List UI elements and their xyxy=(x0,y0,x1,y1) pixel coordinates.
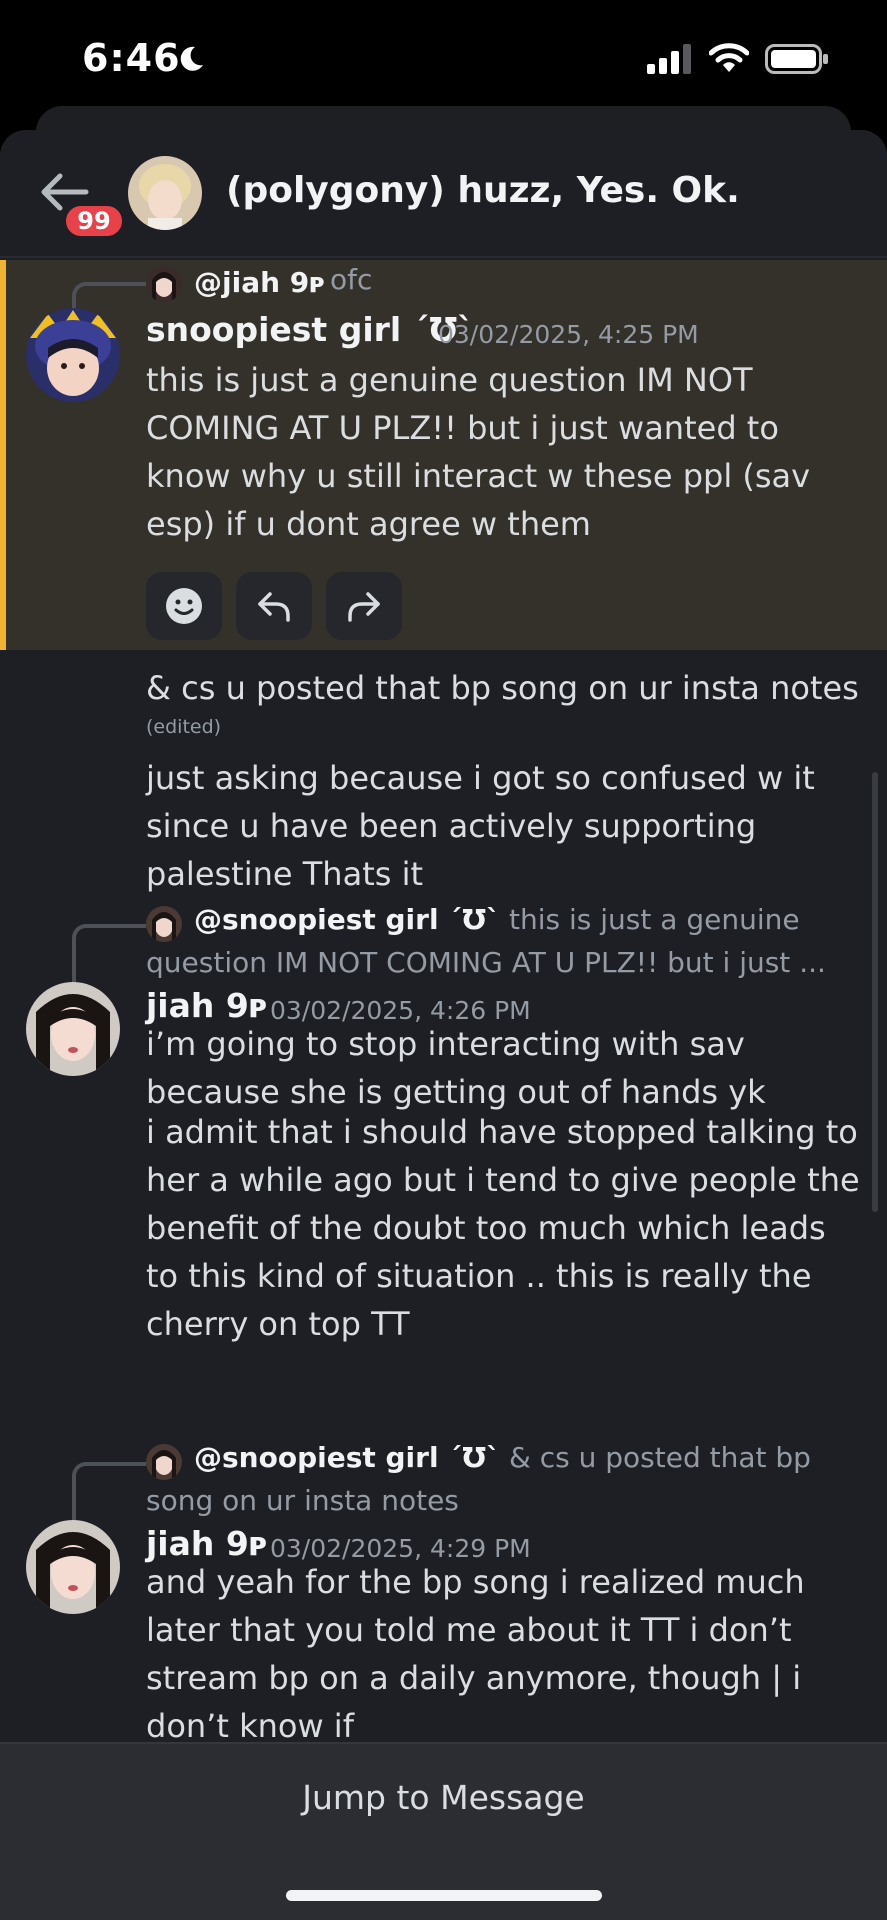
reply-preview[interactable]: ofc xyxy=(330,260,372,301)
message-content: this is just a genuine question IM NOT C… xyxy=(146,361,811,543)
channel-header: 99 (polygony) huzz, Yes. Ok. xyxy=(0,130,887,258)
smile-icon xyxy=(166,588,202,624)
reply-avatar[interactable] xyxy=(146,266,182,302)
edited-tag: (edited) xyxy=(146,716,222,738)
highlight-indicator xyxy=(0,260,6,650)
unread-badge: 99 xyxy=(62,202,126,240)
moon-icon xyxy=(180,46,203,71)
add-reaction-button[interactable] xyxy=(146,572,222,640)
status-time: 6:46 xyxy=(82,36,181,80)
message-timestamp: 03/02/2025, 4:25 PM xyxy=(438,320,699,349)
message-content: & cs u posted that bp song on ur insta n… xyxy=(146,669,859,707)
cellular-signal-icon xyxy=(647,44,691,74)
jump-to-message-button[interactable]: Jump to Message xyxy=(0,1778,887,1817)
author-avatar[interactable] xyxy=(26,308,120,402)
reply-author[interactable]: @snoopiest girl ´Ʊ` xyxy=(194,1441,500,1474)
forward-icon xyxy=(348,592,380,622)
scrollbar[interactable] xyxy=(872,772,878,1212)
reply-author[interactable]: @jiah 9ᴩ xyxy=(194,266,325,299)
thread-sheet: 99 (polygony) huzz, Yes. Ok. @jiah 9ᴩ of… xyxy=(0,130,887,1920)
message-list[interactable]: @jiah 9ᴩ ofc snoopiest girl ´Ʊ` 03/02/20… xyxy=(0,260,887,1872)
forward-button[interactable] xyxy=(326,572,402,640)
wifi-icon xyxy=(709,43,749,72)
author-avatar[interactable] xyxy=(26,1520,120,1614)
battery-icon xyxy=(765,44,828,74)
author-avatar[interactable] xyxy=(26,982,120,1076)
channel-title: (polygony) huzz, Yes. Ok. xyxy=(226,170,740,211)
home-indicator[interactable] xyxy=(286,1890,602,1901)
status-bar: 6:46 xyxy=(0,0,887,118)
reply-author[interactable]: @snoopiest girl ´Ʊ` xyxy=(194,903,500,936)
reply-button[interactable] xyxy=(236,572,312,640)
message-content: and yeah for the bp song i realized much… xyxy=(146,1563,805,1745)
reply-icon xyxy=(258,592,290,622)
message-content: i admit that i should have stopped talki… xyxy=(146,1113,860,1343)
message-author[interactable]: snoopiest girl ´Ʊ` xyxy=(146,310,474,349)
channel-avatar[interactable] xyxy=(128,156,202,230)
reply-preview[interactable]: @snoopiest girl ´Ʊ` this is just a genui… xyxy=(146,898,866,984)
reply-preview[interactable]: @snoopiest girl ´Ʊ` & cs u posted that b… xyxy=(146,1436,866,1522)
message-content: i’m going to stop interacting with sav b… xyxy=(146,1025,766,1111)
message-content: just asking because i got so confused w … xyxy=(146,759,815,893)
